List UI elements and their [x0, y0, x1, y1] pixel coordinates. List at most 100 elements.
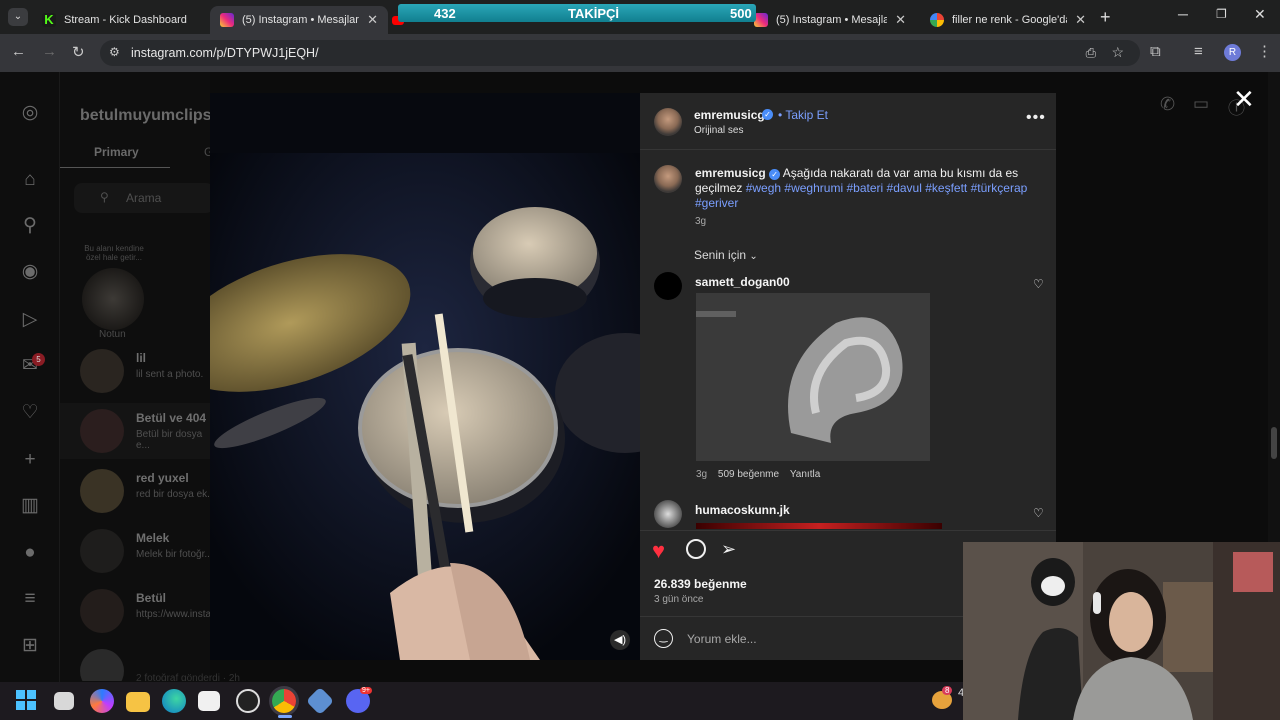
tab-primary[interactable]: Primary — [94, 145, 139, 159]
tab-instagram-messages-1[interactable]: (5) Instagram • Mesajlar ✕ — [210, 6, 388, 34]
caption: emremusicg ✓ Aşağıda nakaratı da var ama… — [695, 166, 1035, 211]
conversation-preview: lil sent a photo. — [136, 369, 204, 380]
commenter-avatar[interactable] — [654, 500, 682, 528]
comment-input[interactable]: Yorum ekle... — [687, 632, 757, 646]
copilot-icon[interactable] — [90, 689, 114, 713]
profile-icon[interactable]: ● — [18, 541, 42, 565]
home-icon[interactable]: ⌂ — [18, 168, 42, 192]
phone-call-icon[interactable]: ✆ — [1160, 94, 1175, 115]
comment-gif-image[interactable] — [696, 293, 930, 461]
caption-username[interactable]: emremusicg — [695, 166, 766, 180]
edge-icon[interactable] — [162, 689, 186, 713]
scrollbar-thumb[interactable] — [1271, 427, 1277, 459]
comment-icon[interactable] — [686, 539, 706, 559]
store-icon[interactable] — [198, 691, 220, 711]
forward-icon[interactable]: → — [42, 43, 57, 60]
follower-current: 432 — [434, 6, 456, 21]
profile-avatar[interactable]: R — [1224, 44, 1241, 61]
notifications-heart-icon[interactable]: ♡ — [18, 401, 42, 425]
comment-username[interactable]: humacoskunn.jk — [695, 503, 790, 517]
minimize-button[interactable]: ─ — [1178, 6, 1188, 22]
tab-primary-underline — [60, 167, 170, 168]
caption-age: 3g — [695, 216, 707, 227]
tab-instagram-messages-2[interactable]: (5) Instagram • Mesajlar ✕ — [744, 6, 916, 34]
note-avatar[interactable] — [82, 268, 144, 330]
start-button-icon[interactable] — [16, 690, 36, 710]
more-menu-icon[interactable]: ≡ — [18, 587, 42, 611]
reload-icon[interactable]: ↻ — [72, 43, 85, 61]
close-modal-icon[interactable]: ✕ — [1233, 84, 1255, 115]
reply-link[interactable]: Yanıtla — [790, 469, 820, 480]
commenter-avatar[interactable] — [654, 272, 682, 300]
conversation-preview: Melek bir fotoğr... — [136, 549, 213, 560]
comment-like-icon[interactable]: ♡ — [1033, 506, 1044, 520]
browser-menu-icon[interactable]: ⋮ — [1257, 42, 1272, 60]
install-app-icon[interactable]: ⎙ — [1086, 45, 1096, 61]
like-heart-icon[interactable]: ♥ — [652, 538, 665, 564]
extensions-icon[interactable]: ⧉ — [1150, 43, 1161, 60]
hashtag-link[interactable]: #keşfett — [925, 181, 967, 195]
search-input[interactable]: ⚲ Arama — [74, 183, 214, 213]
video-call-icon[interactable]: ▭ — [1193, 94, 1209, 114]
conversation-preview: Betül bir dosya e... — [136, 429, 203, 451]
audio-label[interactable]: Orijinal ses — [694, 125, 743, 136]
webcam-overlay — [963, 542, 1280, 720]
close-window-button[interactable]: ✕ — [1254, 6, 1266, 23]
instagram-icon — [220, 13, 234, 27]
header-divider — [640, 149, 1056, 150]
verified-badge-icon: ✓ — [769, 169, 781, 180]
share-icon[interactable]: ➢ — [721, 539, 736, 560]
hashtag-link[interactable]: #davul — [887, 181, 922, 195]
reels-icon[interactable]: ▷ — [18, 308, 42, 332]
search-icon[interactable]: ⚲ — [18, 214, 42, 238]
post-video[interactable]: ◀) — [210, 93, 640, 660]
close-tab-icon[interactable]: ✕ — [367, 12, 378, 28]
more-options-icon[interactable]: ••• — [1026, 109, 1046, 127]
comment-username[interactable]: samett_dogan00 — [695, 275, 790, 289]
follow-button[interactable]: • Takip Et — [778, 108, 828, 122]
close-tab-icon[interactable]: ✕ — [895, 12, 906, 28]
site-info-icon[interactable]: ⚙ — [109, 45, 120, 59]
tab-search-button[interactable]: ⌄ — [8, 8, 28, 26]
explore-icon[interactable]: ◉ — [18, 260, 42, 284]
also-from-meta-icon[interactable]: ⊞ — [18, 634, 42, 658]
conversation-row-selected[interactable]: Betül ve 404 Betül bir dosya e... — [60, 403, 210, 459]
new-tab-button[interactable]: + — [1100, 7, 1111, 28]
caption-avatar[interactable] — [654, 165, 682, 193]
obs-icon[interactable] — [236, 689, 260, 713]
hashtag-link[interactable]: #geriver — [695, 196, 738, 210]
note-bubble[interactable]: Bu alanı kendine özel hale getir... — [76, 244, 152, 262]
comment-likes[interactable]: 509 beğenme — [718, 469, 779, 480]
task-view-icon[interactable] — [54, 692, 74, 710]
comment-image-preview[interactable] — [696, 523, 942, 529]
conversation-name: Betül — [136, 591, 166, 605]
address-bar[interactable]: ⚙ instagram.com/p/DTYPWJ1jEQH/ ⎙ ☆ — [100, 40, 1140, 66]
mute-toggle-icon[interactable]: ◀) — [610, 630, 630, 650]
media-controls-icon[interactable]: ≡ — [1194, 43, 1203, 60]
hashtag-link[interactable]: #bateri — [846, 181, 883, 195]
close-tab-icon[interactable]: ✕ — [1075, 12, 1086, 28]
tab-kick-dashboard[interactable]: K Stream - Kick Dashboard — [32, 6, 212, 34]
hashtag-link[interactable]: #türkçerap — [971, 181, 1028, 195]
comment-sort-dropdown[interactable]: Senin için ⌄ — [694, 248, 758, 262]
back-icon[interactable]: ← — [11, 43, 26, 60]
instagram-logo-icon[interactable]: ◎ — [18, 101, 42, 125]
hashtag-link[interactable]: #weghrumi — [784, 181, 843, 195]
dashboard-icon[interactable]: ▥ — [18, 494, 42, 518]
chrome-icon[interactable] — [272, 689, 296, 713]
author-username[interactable]: emremusicg — [694, 108, 765, 122]
bookmark-star-icon[interactable]: ☆ — [1111, 44, 1124, 61]
avatar — [80, 529, 124, 573]
tab-google-search[interactable]: filler ne renk - Google'da Ara ✕ — [920, 6, 1096, 34]
comment-like-icon[interactable]: ♡ — [1033, 277, 1044, 291]
emoji-picker-icon[interactable]: ‿ — [654, 629, 673, 648]
author-avatar[interactable] — [654, 108, 682, 136]
create-icon[interactable]: + — [18, 448, 42, 472]
restore-button[interactable]: ❐ — [1216, 7, 1227, 21]
like-count[interactable]: 26.839 beğenme — [654, 577, 747, 591]
note-label: Notun — [99, 329, 126, 340]
hashtag-link[interactable]: #wegh — [746, 181, 781, 195]
avatar — [80, 349, 124, 393]
file-explorer-icon[interactable] — [126, 692, 150, 712]
conversation-preview: 2 fotoğraf gönderdi · 2h — [136, 673, 240, 681]
